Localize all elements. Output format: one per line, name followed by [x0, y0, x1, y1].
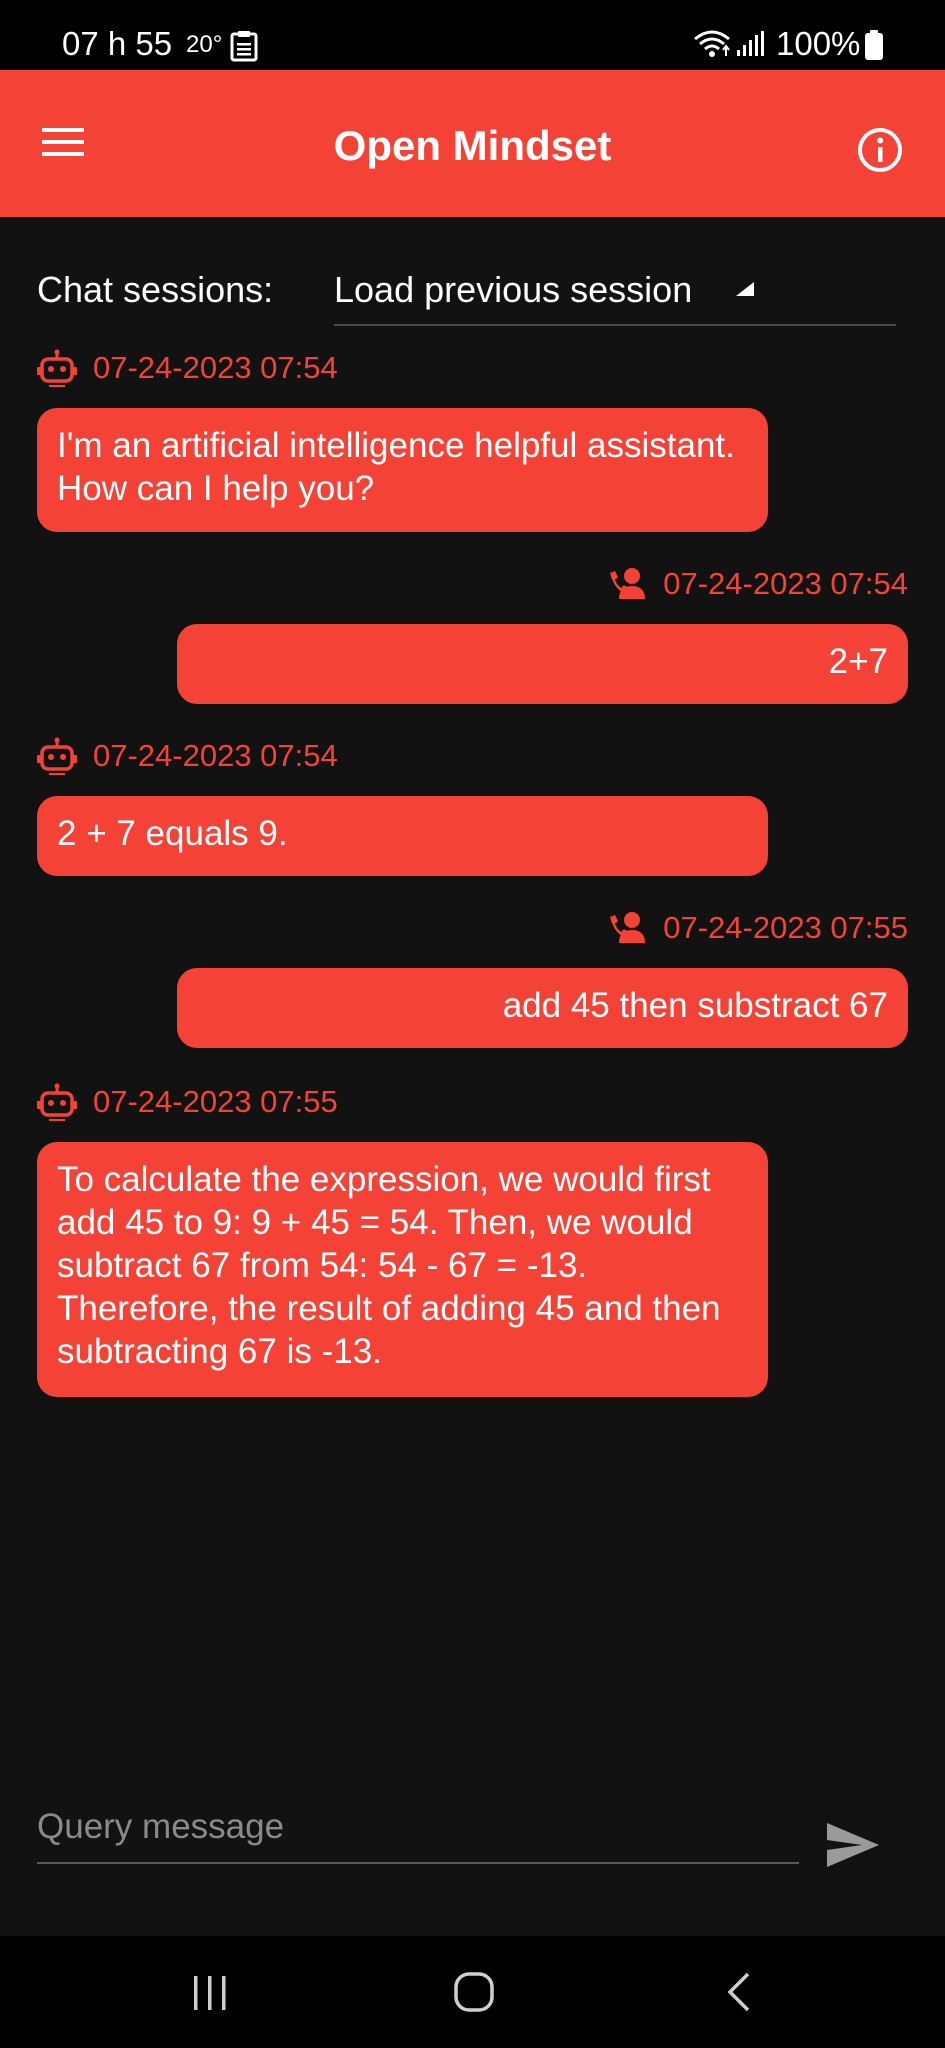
recent-apps-icon[interactable]: [190, 1974, 230, 2012]
robot-icon: [37, 349, 77, 387]
bot-message-bubble: To calculate the expression, we would fi…: [37, 1142, 768, 1397]
wifi-icon: [694, 30, 730, 57]
message-timestamp: 07-24-2023 07:54: [663, 566, 908, 601]
signal-icon: [737, 31, 764, 56]
info-icon[interactable]: [856, 126, 904, 174]
message-timestamp: 07-24-2023 07:54: [93, 738, 338, 773]
user-call-icon: [610, 912, 646, 943]
query-input[interactable]: [37, 1792, 799, 1864]
user-message-bubble: 2+7: [177, 624, 908, 704]
clipboard-icon: [230, 31, 258, 62]
battery-percentage: 100%: [776, 25, 861, 62]
app-bar: Open Mindset: [0, 70, 945, 217]
navigation-bar: [0, 1936, 945, 2048]
message-meta-user: 07-24-2023 07:54: [609, 564, 908, 604]
screen: 07 h 55 20° 100% Open Mindset Chat sessi…: [0, 0, 945, 2048]
message-meta-user: 07-24-2023 07:55: [609, 908, 908, 948]
message-timestamp: 07-24-2023 07:55: [663, 910, 908, 945]
send-icon[interactable]: [826, 1822, 880, 1868]
robot-icon: [37, 737, 77, 775]
message-meta-bot: 07-24-2023 07:54: [37, 736, 338, 776]
app-title: Open Mindset: [333, 122, 612, 169]
user-message-bubble: add 45 then substract 67: [177, 968, 908, 1048]
status-temperature: 20°: [186, 31, 223, 58]
status-bar: 07 h 55 20° 100%: [0, 0, 945, 70]
message-meta-bot: 07-24-2023 07:55: [37, 1082, 338, 1122]
robot-icon: [37, 1083, 77, 1121]
dropdown-arrow-icon: [736, 282, 754, 296]
chat-sessions-label: Chat sessions:: [37, 269, 274, 310]
message-timestamp: 07-24-2023 07:54: [93, 350, 338, 385]
user-call-icon: [610, 568, 646, 599]
back-icon[interactable]: [724, 1970, 752, 2014]
session-dropdown[interactable]: Load previous session: [334, 258, 896, 326]
home-icon[interactable]: [452, 1970, 496, 2014]
bot-message-bubble: 2 + 7 equals 9.: [37, 796, 768, 876]
status-time: 07 h 55: [62, 25, 173, 62]
session-dropdown-value: Load previous session: [334, 269, 693, 310]
bot-message-bubble: I'm an artificial intelligence helpful a…: [37, 408, 768, 532]
battery-icon: [865, 30, 883, 60]
message-timestamp: 07-24-2023 07:55: [93, 1084, 338, 1119]
message-meta-bot: 07-24-2023 07:54: [37, 348, 338, 388]
